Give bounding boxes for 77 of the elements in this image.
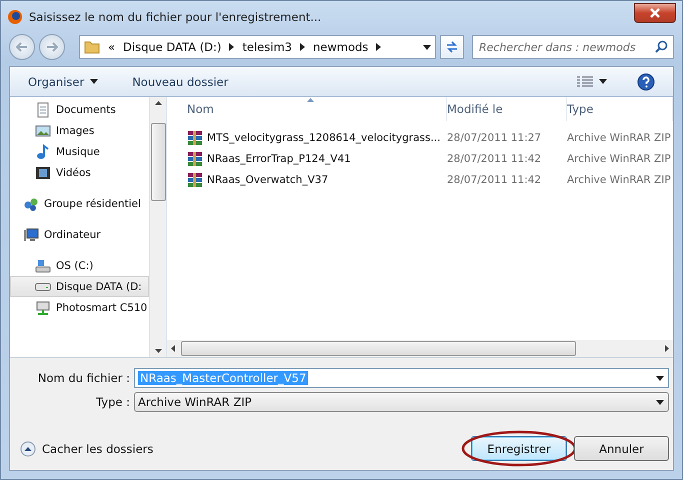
breadcrumb-item[interactable]: newmods [312, 40, 368, 54]
music-note-icon [35, 144, 51, 160]
drive-icon [35, 282, 51, 290]
browser-logo-icon [7, 8, 23, 24]
file-type-cell-text: Archive WinRAR ZIP [567, 152, 672, 166]
file-name-cell[interactable]: NRaas_Overwatch_V37 [187, 169, 447, 190]
refresh-button[interactable] [440, 35, 464, 59]
computer-icon [23, 226, 39, 242]
sidebar-item[interactable]: Musique [10, 141, 149, 162]
view-options-button[interactable] [575, 74, 609, 90]
horizontal-scrollbar[interactable] [167, 340, 673, 357]
sidebar-item[interactable]: Images [10, 120, 149, 141]
chevron-right-icon [300, 43, 305, 51]
close-button[interactable] [634, 2, 676, 22]
new-folder-button[interactable]: Nouveau dossier [130, 72, 230, 90]
chevron-right-icon [229, 43, 234, 51]
archive-books-icon [187, 130, 203, 146]
help-icon [637, 72, 655, 90]
file-type-label: Type : [95, 395, 131, 409]
modified-date-cell-text: 28/07/2011 11:27 [447, 130, 542, 146]
organize-menu[interactable]: Organiser [26, 72, 100, 90]
sidebar-item[interactable]: Vidéos [10, 162, 149, 183]
scroll-right-arrow-icon[interactable] [665, 345, 669, 352]
column-header[interactable]: Modifié le [447, 97, 567, 121]
sidebar-item[interactable]: Groupe résidentiel [10, 193, 149, 214]
vertical-scrollbar[interactable] [149, 97, 166, 357]
arrow-left-icon [16, 42, 28, 52]
save-button[interactable]: Enregistrer [471, 436, 567, 461]
file-name-label: Nom du fichier : [36, 371, 131, 385]
scroll-up-arrow-icon[interactable] [154, 101, 162, 105]
caret-icon [90, 79, 98, 84]
file-type-cell-text: Archive WinRAR ZIP [567, 172, 672, 188]
caret-icon [599, 79, 607, 84]
file-type-dropdown[interactable]: Archive WinRAR ZIP [134, 392, 669, 412]
breadcrumb-item[interactable]: Disque DATA (D:) [123, 40, 222, 54]
sidebar-item[interactable]: Ordinateur [10, 224, 149, 245]
close-icon [650, 8, 660, 18]
collapse-up-icon [20, 440, 36, 456]
document-icon [35, 102, 51, 118]
folder-icon [84, 39, 100, 55]
help-button[interactable] [635, 70, 657, 92]
sidebar-item[interactable]: OS (C:) [10, 255, 149, 276]
chevron-right-icon [376, 43, 382, 51]
list-view-icon [577, 76, 593, 88]
dropdown-caret-icon [656, 400, 664, 404]
picture-icon [35, 122, 51, 138]
modified-date-cell-text: 28/07/2011 11:42 [447, 172, 542, 188]
column-header[interactable]: Type [567, 97, 673, 121]
system-drive-icon [35, 258, 51, 274]
scroll-left-arrow-icon[interactable] [171, 345, 175, 352]
hide-folders-button[interactable]: Cacher les dossiers [20, 440, 464, 456]
window-title: Saisissez le nom du fichier pour l'enregistrement... [29, 10, 322, 24]
file-name-cell[interactable]: MTS_velocitygrass_1208614_velocitygrass... [187, 127, 447, 148]
search-field[interactable]: Rechercher dans : newmods [472, 35, 674, 59]
arrow-right-icon [46, 42, 58, 52]
breadcrumb-overflow[interactable]: « [108, 40, 116, 54]
archive-books-icon [187, 150, 203, 166]
homegroup-icon [23, 196, 39, 212]
sort-arrow-icon [307, 98, 314, 102]
dropdown-caret-icon [423, 44, 431, 50]
file-name-cell[interactable]: NRaas_ErrorTrap_P124_V41 [187, 148, 447, 169]
sidebar-item[interactable]: Photosmart C510 [10, 297, 149, 318]
refresh-arrows-icon [445, 41, 459, 53]
address-bar[interactable]: « Disque DATA (D:) telesim3 newmods [79, 35, 436, 59]
scrollbar-thumb[interactable] [181, 341, 576, 356]
film-icon [35, 164, 51, 180]
search-icon [655, 40, 668, 53]
archive-books-icon [187, 172, 203, 188]
dropdown-caret-icon [656, 376, 664, 380]
scroll-down-arrow-icon[interactable] [154, 349, 162, 353]
breadcrumb-item[interactable]: telesim3 [242, 40, 292, 54]
file-type-cell-text: Archive WinRAR ZIP [567, 130, 672, 146]
cancel-button[interactable]: Annuler [574, 436, 669, 461]
sidebar-item[interactable]: Documents [10, 99, 149, 120]
scrollbar-thumb[interactable] [150, 123, 166, 201]
sidebar-item[interactable]: Disque DATA (D: [10, 276, 149, 297]
modified-date-cell-text: 28/07/2011 11:42 [447, 152, 542, 166]
